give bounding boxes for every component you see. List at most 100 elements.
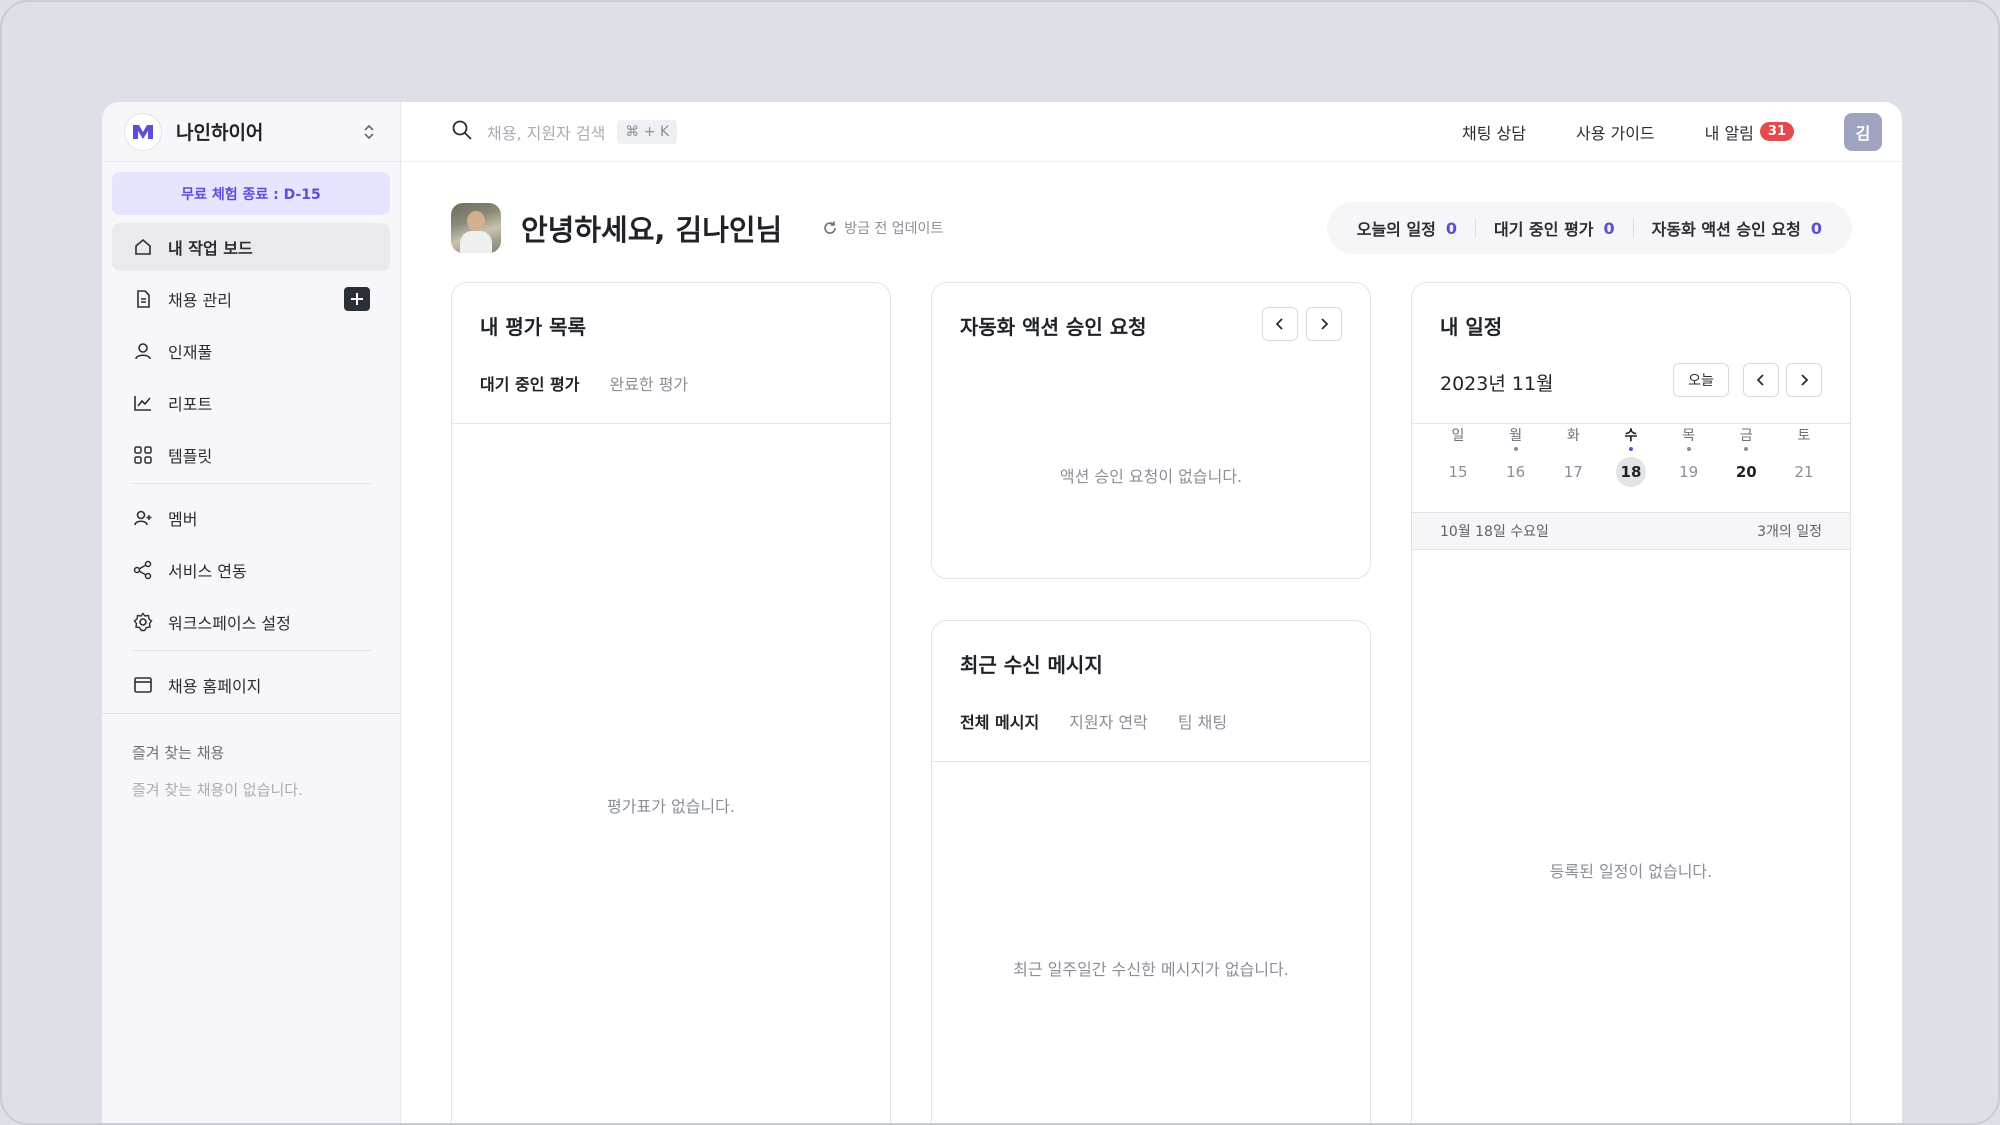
window-frame: 나인하이어 무료 체험 종료 : D-15 내 작업 보드 채용 관리 인재풀 (0, 0, 2000, 1125)
tab-team-chat[interactable]: 팀 채팅 (1178, 709, 1227, 733)
search-shortcut: ⌘ + K (617, 119, 678, 144)
next-button[interactable] (1306, 307, 1342, 341)
avatar[interactable]: 김 (1844, 112, 1882, 151)
calendar-day[interactable]: 목 19 (1671, 425, 1707, 487)
calendar-day-today[interactable]: 금 20 (1728, 425, 1764, 487)
today-button[interactable]: 오늘 (1673, 363, 1729, 397)
sidebar-item-recruit[interactable]: 채용 관리 (112, 275, 390, 323)
divider (932, 761, 1370, 762)
sidebar-divider (130, 483, 372, 484)
sidebar-item-members[interactable]: 멤버 (112, 494, 390, 542)
event-dot (1802, 447, 1806, 451)
refresh-button[interactable]: 방금 전 업데이트 (822, 218, 943, 238)
event-dot (1686, 447, 1691, 451)
sidebar-item-label: 워크스페이스 설정 (168, 614, 291, 633)
stat-label: 오늘의 일정 (1356, 220, 1436, 239)
sidebar-item-label: 내 작업 보드 (168, 239, 253, 258)
empty-state-text: 등록된 일정이 없습니다. (1549, 862, 1713, 881)
tab-pending-evaluations[interactable]: 대기 중인 평가 (480, 371, 579, 395)
add-person-icon (132, 507, 154, 529)
chart-line-icon (132, 392, 154, 414)
evaluation-list-card: 내 평가 목록 대기 중인 평가 완료한 평가 평가표가 없습니다. (451, 282, 891, 1123)
sidebar-item-report[interactable]: 리포트 (112, 379, 390, 427)
app-window: 나인하이어 무료 체험 종료 : D-15 내 작업 보드 채용 관리 인재풀 (102, 102, 1902, 1123)
automation-requests-card: 자동화 액션 승인 요청 액션 승인 요청이 없습니다. (931, 282, 1371, 579)
favorites-title: 즐겨 찾는 채용 (132, 744, 225, 762)
calendar-day[interactable]: 일 15 (1440, 425, 1476, 487)
notifications-label: 내 알림 (1704, 123, 1754, 143)
workspace-switcher[interactable]: 나인하이어 (102, 102, 400, 162)
sidebar-item-dashboard[interactable]: 내 작업 보드 (112, 223, 390, 271)
chevron-right-icon (1801, 374, 1809, 386)
sidebar-item-career-page[interactable]: 채용 홈페이지 (112, 661, 390, 709)
event-dot (1744, 447, 1749, 451)
sidebar-item-integrations[interactable]: 서비스 연동 (112, 546, 390, 594)
recent-messages-card: 최근 수신 메시지 전체 메시지 지원자 연락 팀 채팅 최근 일주일간 수신한… (931, 620, 1371, 1123)
stat-label: 자동화 액션 승인 요청 (1651, 220, 1801, 239)
day-name: 금 (1739, 428, 1753, 444)
chevron-left-icon (1275, 318, 1283, 330)
calendar-day[interactable]: 토 21 (1786, 425, 1822, 487)
workspace-logo-icon (124, 112, 162, 151)
card-title: 최근 수신 메시지 (960, 653, 1103, 677)
sidebar-item-template[interactable]: 템플릿 (112, 431, 390, 479)
day-name: 수 (1624, 428, 1638, 444)
empty-state-text: 최근 일주일간 수신한 메시지가 없습니다. (1013, 960, 1289, 979)
next-week-button[interactable] (1786, 363, 1822, 397)
add-recruit-button[interactable] (344, 287, 370, 311)
tab-applicant-contact[interactable]: 지원자 연락 (1069, 709, 1148, 733)
sidebar-item-talent-pool[interactable]: 인재풀 (112, 327, 390, 375)
day-number: 15 (1448, 463, 1468, 481)
stat-value: 0 (1445, 218, 1458, 238)
card-title: 내 일정 (1440, 315, 1503, 339)
stat-automation-requests[interactable]: 자동화 액션 승인 요청 0 (1652, 216, 1822, 240)
empty-state-text: 액션 승인 요청이 없습니다. (1059, 467, 1243, 486)
search-bar[interactable]: 채용, 지원자 검색 ⌘ + K (451, 119, 1412, 145)
event-dot (1513, 447, 1518, 451)
sidebar-item-label: 리포트 (168, 395, 213, 414)
stat-pending-evaluations[interactable]: 대기 중인 평가 0 (1494, 216, 1615, 240)
person-icon (132, 340, 154, 362)
stat-today-schedule[interactable]: 오늘의 일정 0 (1357, 216, 1457, 240)
page-title: 안녕하세요, 김나인님 (521, 213, 783, 247)
search-input[interactable]: 채용, 지원자 검색 (487, 120, 605, 144)
message-tabs: 전체 메시지 지원자 연락 팀 채팅 (960, 709, 1257, 733)
browser-window-icon (132, 674, 154, 696)
calendar-month: 2023년 11월 (1440, 373, 1554, 395)
chevron-updown-icon[interactable] (360, 121, 378, 143)
sidebar-item-label: 템플릿 (168, 447, 213, 466)
card-title: 내 평가 목록 (480, 315, 586, 339)
calendar-day[interactable]: 화 17 (1555, 425, 1591, 487)
topbar: 채용, 지원자 검색 ⌘ + K 채팅 상담 사용 가이드 내 알림 31 김 (401, 102, 1902, 162)
card-title: 자동화 액션 승인 요청 (960, 315, 1147, 339)
workspace-name: 나인하이어 (176, 122, 264, 144)
greeting-row: 안녕하세요, 김나인님 방금 전 업데이트 오늘의 일정 0 대기 중인 평가 0 … (451, 202, 1852, 254)
user-guide-link[interactable]: 사용 가이드 (1576, 120, 1655, 144)
chat-support-link[interactable]: 채팅 상담 (1462, 120, 1526, 144)
notifications-button[interactable]: 내 알림 31 (1705, 120, 1794, 144)
calendar-day[interactable]: 월 16 (1498, 425, 1534, 487)
main-content: 채용, 지원자 검색 ⌘ + K 채팅 상담 사용 가이드 내 알림 31 김 … (401, 102, 1902, 1123)
week-strip: 일 15 월 16 화 17 수 18 목 19 금 20 토 21 (1440, 425, 1822, 487)
divider (452, 423, 890, 424)
stat-divider (1475, 218, 1477, 238)
tab-completed-evaluations[interactable]: 완료한 평가 (609, 371, 688, 395)
prev-button[interactable] (1262, 307, 1298, 341)
trial-banner[interactable]: 무료 체험 종료 : D-15 (112, 172, 390, 215)
prev-week-button[interactable] (1743, 363, 1779, 397)
sidebar-item-label: 멤버 (168, 510, 198, 529)
tab-all-messages[interactable]: 전체 메시지 (960, 709, 1039, 733)
chevron-right-icon (1321, 318, 1329, 330)
day-name: 일 (1451, 428, 1465, 444)
search-icon (451, 119, 473, 145)
selected-date: 10월 18일 수요일 (1440, 524, 1549, 540)
day-number: 16 (1506, 463, 1526, 481)
favorites-empty-text: 즐겨 찾는 채용이 없습니다. (132, 781, 303, 799)
sidebar-item-workspace-settings[interactable]: 워크스페이스 설정 (112, 598, 390, 646)
share-icon (132, 559, 154, 581)
divider (1412, 423, 1850, 424)
selected-date-bar: 10월 18일 수요일 3개의 일정 (1412, 512, 1850, 550)
day-number: 17 (1563, 463, 1583, 481)
calendar-day-selected[interactable]: 수 18 (1613, 425, 1649, 487)
summary-stats: 오늘의 일정 0 대기 중인 평가 0 자동화 액션 승인 요청 0 (1326, 202, 1852, 254)
